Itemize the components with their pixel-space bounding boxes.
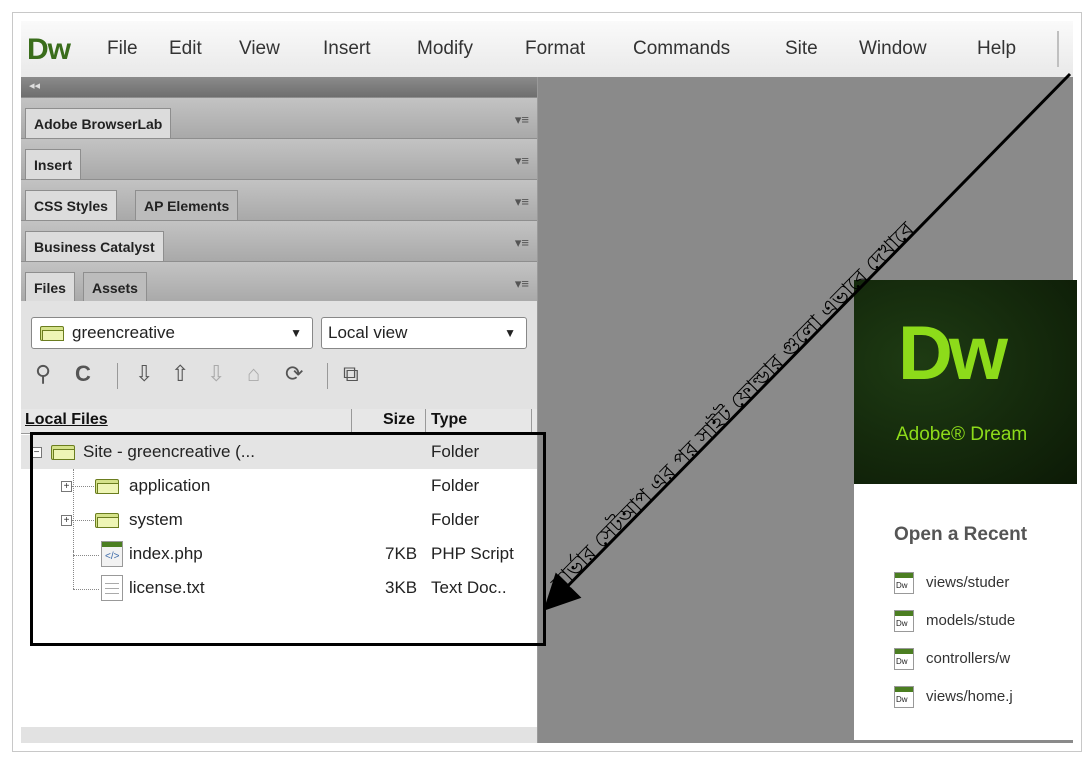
welcome-dw-logo: Dw xyxy=(898,311,1008,396)
view-select-value: Local view xyxy=(328,323,408,342)
menu-site[interactable]: Site xyxy=(785,38,818,60)
column-type[interactable]: Type xyxy=(431,411,467,429)
tab-adobe-browserlab[interactable]: Adobe BrowserLab xyxy=(25,108,172,139)
menu-commands[interactable]: Commands xyxy=(633,38,730,60)
column-divider xyxy=(531,409,532,433)
recent-item[interactable]: Dw views/home.j xyxy=(894,686,1081,716)
check-out-icon[interactable]: ⇩ xyxy=(207,361,225,387)
menu-modify[interactable]: Modify xyxy=(417,38,473,60)
dw-file-icon: Dw xyxy=(894,610,914,632)
files-panel-header: Files Assets ▾≡ xyxy=(21,261,537,303)
column-size[interactable]: Size xyxy=(383,411,415,429)
highlight-box xyxy=(30,432,546,646)
expand-icon[interactable]: ⧉ xyxy=(343,361,359,387)
browserlab-panel: Adobe BrowserLab ▾≡ xyxy=(21,97,537,139)
dw-file-icon: Dw xyxy=(894,572,914,594)
panel-options-icon[interactable]: ▾≡ xyxy=(515,235,529,251)
view-select[interactable]: Local view ▼ xyxy=(321,317,527,349)
get-files-icon[interactable]: ⇩ xyxy=(135,361,153,387)
panel-options-icon[interactable]: ▾≡ xyxy=(515,276,529,292)
open-recent-heading: Open a Recent xyxy=(894,524,1028,545)
menu-bar: Dw File Edit View Insert Modify Format C… xyxy=(21,21,1073,78)
insert-panel: Insert ▾≡ xyxy=(21,138,537,180)
folder-icon xyxy=(40,324,64,341)
welcome-banner: Dw Adobe® Dream xyxy=(854,280,1077,484)
tab-ap-elements[interactable]: AP Elements xyxy=(135,190,239,221)
recent-item-label: views/home.j xyxy=(926,688,1013,705)
welcome-screen: Dw Adobe® Dream Open a Recent Dw views/s… xyxy=(854,280,1077,740)
menu-format[interactable]: Format xyxy=(525,38,585,60)
tab-assets[interactable]: Assets xyxy=(83,272,147,303)
collapse-arrows-icon[interactable]: ◂◂ xyxy=(29,79,40,92)
recent-item[interactable]: Dw controllers/w xyxy=(894,648,1081,678)
menu-edit[interactable]: Edit xyxy=(169,38,202,60)
column-local-files[interactable]: Local Files xyxy=(25,411,108,429)
chevron-down-icon: ▼ xyxy=(504,326,516,340)
tab-files[interactable]: Files xyxy=(25,272,75,303)
dw-file-icon: Dw xyxy=(894,648,914,670)
toolbar-separator xyxy=(117,363,118,389)
panel-options-icon[interactable]: ▾≡ xyxy=(515,153,529,169)
column-divider xyxy=(425,409,426,433)
recent-item-label: models/stude xyxy=(926,612,1016,629)
site-select[interactable]: greencreative ▼ xyxy=(31,317,313,349)
recent-item-label: controllers/w xyxy=(926,650,1011,667)
list-header: Local Files Size Type xyxy=(21,409,537,434)
panel-options-icon[interactable]: ▾≡ xyxy=(515,194,529,210)
recent-item[interactable]: Dw models/stude xyxy=(894,610,1081,640)
menu-view[interactable]: View xyxy=(239,38,280,60)
site-select-value: greencreative xyxy=(72,323,176,342)
business-catalyst-panel: Business Catalyst ▾≡ xyxy=(21,220,537,262)
chevron-down-icon: ▼ xyxy=(290,326,302,340)
tab-insert[interactable]: Insert xyxy=(25,149,82,180)
connect-icon[interactable]: ⚲ xyxy=(35,361,51,387)
check-in-icon[interactable]: ⌂ xyxy=(247,361,260,387)
recent-item-label: views/studer xyxy=(926,574,1010,591)
files-toolbar: ⚲ C ⇩ ⇧ ⇩ ⌂ ⟳ ⧉ xyxy=(31,361,531,391)
put-files-icon[interactable]: ⇧ xyxy=(171,361,189,387)
dw-file-icon: Dw xyxy=(894,686,914,708)
refresh-icon[interactable]: C xyxy=(75,361,91,387)
toolbar-separator xyxy=(327,363,328,389)
menubar-divider xyxy=(1057,31,1059,67)
tab-business-catalyst[interactable]: Business Catalyst xyxy=(25,231,164,262)
css-panel: CSS Styles AP Elements ▾≡ xyxy=(21,179,537,221)
dw-logo: Dw xyxy=(27,33,71,66)
column-divider xyxy=(351,409,352,433)
recent-item[interactable]: Dw views/studer xyxy=(894,572,1081,602)
menu-file[interactable]: File xyxy=(107,38,138,60)
panel-collapse-strip[interactable]: ◂◂ xyxy=(21,77,537,97)
menu-help[interactable]: Help xyxy=(977,38,1016,60)
synchronize-icon[interactable]: ⟳ xyxy=(285,361,303,387)
menu-insert[interactable]: Insert xyxy=(323,38,371,60)
menu-window[interactable]: Window xyxy=(859,38,927,60)
welcome-product-name: Adobe® Dream xyxy=(896,424,1028,445)
panel-options-icon[interactable]: ▾≡ xyxy=(515,112,529,128)
tab-css-styles[interactable]: CSS Styles xyxy=(25,190,117,221)
